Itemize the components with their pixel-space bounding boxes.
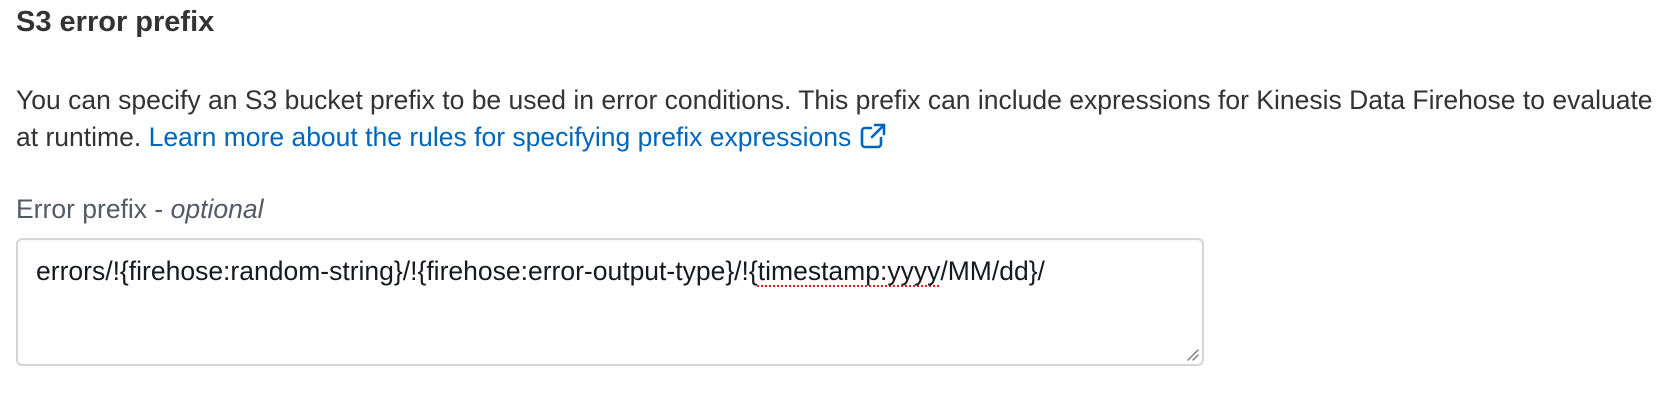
spellcheck-underlined-text: timestamp:yyyy xyxy=(757,256,941,286)
label-separator: - xyxy=(147,194,171,224)
learn-more-link-label[interactable]: Learn more about the rules for specifyin… xyxy=(149,122,852,152)
section-description: You can specify an S3 bucket prefix to b… xyxy=(16,82,1656,156)
value-prefix: errors/!{firehose:random-string}/!{fireh… xyxy=(36,256,758,286)
section-title: S3 error prefix xyxy=(16,6,215,38)
error-prefix-label-text: Error prefix xyxy=(16,194,148,224)
value-suffix: /MM/dd}/ xyxy=(940,256,1045,286)
error-prefix-textarea[interactable]: errors/!{firehose:random-string}/!{fireh… xyxy=(16,238,1204,366)
error-prefix-label: Error prefix - optional xyxy=(16,194,263,225)
error-prefix-value[interactable]: errors/!{firehose:random-string}/!{fireh… xyxy=(36,256,1045,287)
external-link-icon[interactable] xyxy=(859,122,887,150)
resize-handle-icon[interactable] xyxy=(1185,347,1199,361)
optional-label: optional xyxy=(170,194,264,224)
learn-more-link[interactable]: Learn more about the rules for specifyin… xyxy=(149,122,888,152)
